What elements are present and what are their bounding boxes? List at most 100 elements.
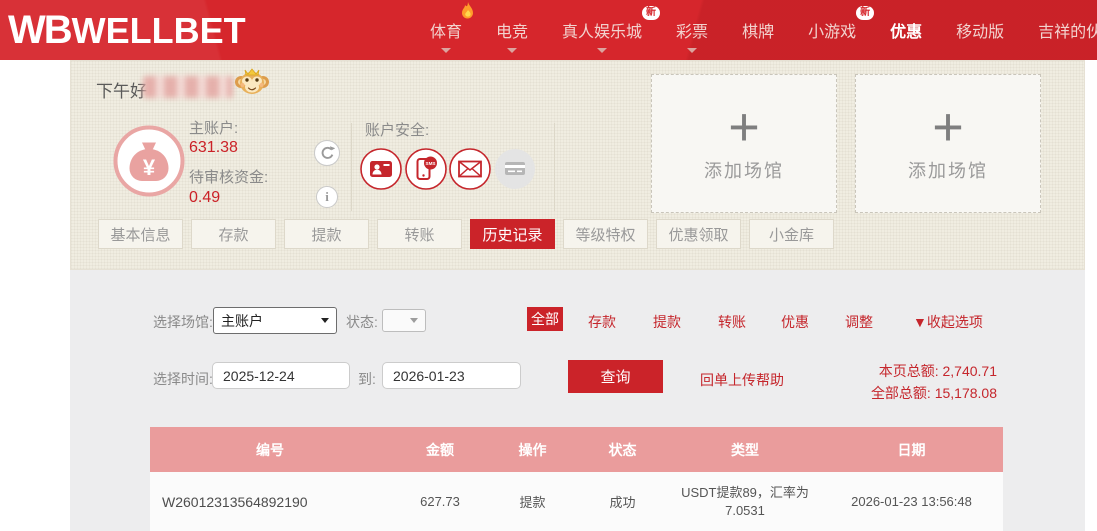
tab-transfer[interactable]: 转账 (377, 219, 462, 249)
tab-promo-claim[interactable]: 优惠领取 (656, 219, 741, 249)
chevron-down-icon (441, 48, 451, 53)
chevron-down-icon (410, 318, 418, 323)
logo-text: WELLBET (71, 10, 246, 51)
col-header-date: 日期 (897, 441, 926, 458)
nav-label: 吉祥的伙 (1038, 24, 1097, 41)
nav-item-lottery[interactable]: 彩票 (676, 0, 708, 60)
nav-item-promotions[interactable]: 优惠 (890, 0, 922, 60)
info-button[interactable]: i (316, 186, 338, 208)
add-venue-label: 添加场馆 (704, 160, 784, 181)
nav-label: 彩票 (676, 24, 709, 41)
info-icon: i (325, 189, 329, 204)
bank-card-verify-icon[interactable] (494, 148, 536, 195)
nav-label: 真人娱乐城 (562, 24, 643, 41)
main-account-label: 主账户: (189, 120, 239, 137)
type-tab-withdraw[interactable]: 提款 (653, 312, 681, 332)
new-badge: 新 (642, 6, 661, 20)
table-header-row: 编号 金额 操作 状态 类型 日期 (150, 427, 1003, 472)
username-redacted (143, 76, 233, 98)
venue-select[interactable]: 主账户 (213, 307, 337, 334)
add-venue-box-1[interactable]: + 添加场馆 (651, 74, 837, 213)
cell-date: 2026-01-23 13:56:48 (851, 494, 972, 509)
pending-funds-value: 0.49 (189, 189, 221, 206)
nav-item-board-games[interactable]: 棋牌 (742, 0, 774, 60)
svg-text:¥: ¥ (143, 155, 156, 180)
chevron-down-icon (507, 48, 518, 53)
greeting-text: 下午好 (96, 82, 147, 101)
email-verify-icon[interactable] (449, 148, 491, 195)
new-badge: 新 (856, 6, 875, 20)
wellbet-logo[interactable]: WB WELLBET (8, 8, 246, 53)
nav-label: 移动版 (956, 24, 1005, 41)
page-total: 本页总额: 2,740.71 (878, 363, 997, 379)
date-from-input[interactable] (212, 362, 350, 389)
time-select-label: 选择时间: (153, 371, 213, 387)
cell-operation: 提款 (519, 495, 546, 510)
nav-label: 小游戏 (808, 24, 857, 41)
add-venue-box-2[interactable]: + 添加场馆 (855, 74, 1041, 213)
monkey-emoji-icon (235, 63, 269, 102)
col-header-amount: 金额 (426, 441, 454, 458)
nav-label: 电竞 (496, 24, 529, 41)
nav-item-lucky[interactable]: 吉祥的伙 (1038, 0, 1097, 60)
chevron-down-icon (597, 48, 608, 53)
type-tab-promo[interactable]: 优惠 (781, 312, 809, 332)
refresh-icon (321, 145, 335, 159)
chevron-down-icon (687, 48, 698, 53)
col-header-id: 编号 (256, 441, 284, 458)
tab-piggy-bank[interactable]: 小金库 (749, 219, 834, 249)
type-tab-adjust[interactable]: 调整 (845, 312, 873, 332)
venue-select-label: 选择场馆: (153, 314, 213, 330)
add-venue-label: 添加场馆 (908, 160, 988, 181)
venue-select-value: 主账户 (221, 312, 263, 329)
history-table: 编号 金额 操作 状态 类型 日期 W26012313564892190 627… (150, 427, 1003, 531)
refresh-balance-button[interactable] (314, 140, 340, 166)
collapse-options-link[interactable]: ▼收起选项 (913, 312, 983, 332)
history-panel: 选择场馆: 主账户 状态: 全部 存款 提款 转账 优惠 调整 ▼收起选项 选择… (70, 270, 1085, 531)
nav-item-mini-games[interactable]: 小游戏 新 (808, 0, 875, 60)
type-tab-transfer[interactable]: 转账 (718, 312, 746, 332)
type-tab-deposit[interactable]: 存款 (588, 312, 616, 332)
cell-amount: 627.73 (420, 494, 460, 509)
fire-icon (461, 2, 475, 25)
nav-item-mobile[interactable]: 移动版 (956, 0, 1004, 60)
account-security-label: 账户安全: (365, 122, 430, 139)
nav-label: 体育 (430, 24, 463, 41)
status-select[interactable] (382, 309, 426, 332)
cell-type-line2: 7.0531 (725, 502, 765, 518)
date-to-input[interactable] (382, 362, 521, 389)
money-bag-icon: ¥ (113, 125, 185, 202)
col-header-status: 状态 (608, 441, 637, 458)
divider (351, 123, 352, 211)
pending-funds-label: 待审核资金: (189, 169, 269, 186)
logo-mark: WB (8, 8, 73, 52)
all-total: 全部总额: 15,178.08 (870, 385, 997, 401)
tab-vip-privileges[interactable]: 等级特权 (563, 219, 648, 249)
main-nav: 体育 电竞 真人娱乐城 新 彩票 棋牌 小游戏 新 优惠 移动版 吉祥的伙 (430, 0, 1097, 60)
col-header-type: 类型 (731, 441, 759, 458)
cell-type: USDT提款89，汇率为 7.0531 (670, 484, 820, 520)
tab-withdraw[interactable]: 提款 (284, 219, 369, 249)
type-tab-all[interactable]: 全部 (527, 307, 563, 331)
id-card-verify-icon[interactable] (360, 148, 402, 195)
date-to-label: 到: (358, 371, 376, 387)
cell-id: W26012313564892190 (162, 493, 308, 510)
svg-text:SMS: SMS (426, 161, 436, 166)
query-button[interactable]: 查询 (568, 360, 663, 393)
nav-item-sports[interactable]: 体育 (430, 0, 474, 60)
totals-block: 本页总额: 2,740.71 全部总额: 15,178.08 (770, 360, 997, 404)
table-row: W26012313564892190 627.73 提款 成功 USDT提款89… (150, 472, 1003, 531)
nav-item-esports[interactable]: 电竞 (496, 0, 528, 60)
chevron-down-icon (321, 318, 329, 323)
tab-deposit[interactable]: 存款 (191, 219, 276, 249)
account-panel: 下午好 ¥ 主账户: 631.38 待审核资金: 0.49 i 账户安全: SM… (70, 60, 1085, 270)
status-select-label: 状态: (346, 314, 378, 330)
nav-item-live-casino[interactable]: 真人娱乐城 新 (562, 0, 661, 60)
cell-type-line1: USDT提款89，汇率为 (681, 484, 809, 500)
nav-label: 优惠 (890, 24, 923, 41)
col-header-operation: 操作 (518, 441, 547, 458)
divider (554, 123, 555, 211)
tab-basic-info[interactable]: 基本信息 (98, 219, 183, 249)
sms-verify-icon[interactable]: SMS (405, 148, 447, 195)
tab-history[interactable]: 历史记录 (470, 219, 555, 249)
